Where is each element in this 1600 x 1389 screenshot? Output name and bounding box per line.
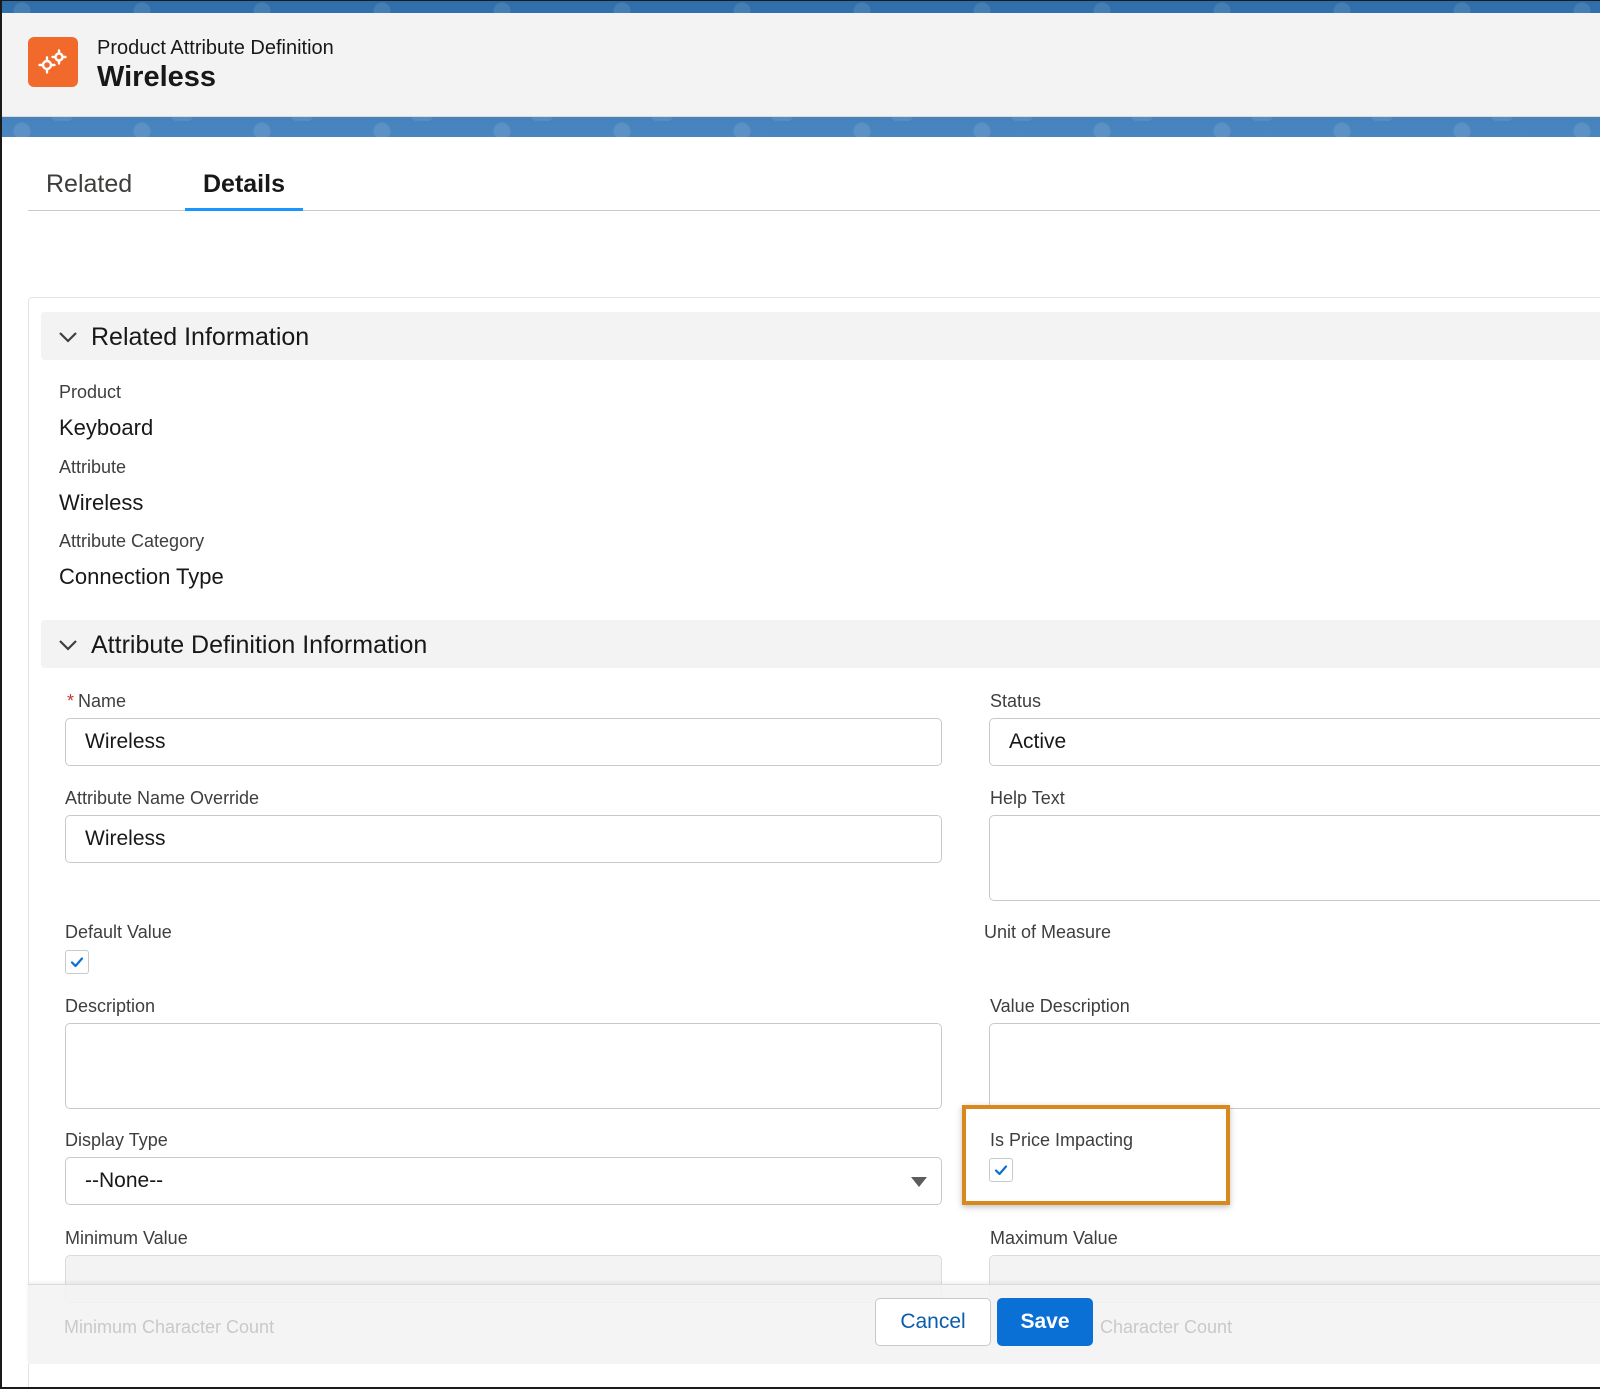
default-value-label: Default Value <box>65 922 172 942</box>
display-type-select[interactable]: --None-- <box>65 1157 942 1205</box>
value-description-label: Value Description <box>990 996 1130 1016</box>
help-text-textarea[interactable] <box>989 815 1600 901</box>
checkmark-icon <box>70 957 84 968</box>
required-marker: * <box>67 691 75 711</box>
tab-details[interactable]: Details <box>203 171 285 211</box>
attribute-name-override-input[interactable]: Wireless <box>65 815 942 863</box>
status-label: Status <box>990 691 1042 711</box>
record-page: Product Attribute Definition Wireless Re… <box>0 0 1600 1389</box>
unit-of-measure-label: Unit of Measure <box>984 922 1112 942</box>
product-value: Keyboard <box>59 415 154 440</box>
value-description-textarea[interactable] <box>989 1023 1600 1109</box>
default-value-checkbox[interactable] <box>65 950 89 974</box>
attribute-label: Attribute <box>59 457 127 477</box>
details-card: Related Details Related Information Prod… <box>2 137 1600 1387</box>
minimum-value-label: Minimum Value <box>65 1228 188 1248</box>
name-input[interactable]: Wireless <box>65 718 942 766</box>
tab-bar: Related Details <box>28 171 1600 211</box>
product-label: Product <box>59 382 122 402</box>
caret-down-icon <box>911 1177 927 1187</box>
record-header: Product Attribute Definition Wireless <box>2 13 1600 117</box>
tab-related[interactable]: Related <box>46 171 132 211</box>
active-tab-indicator <box>185 208 303 211</box>
minimum-character-count-label: Minimum Character Count <box>64 1317 275 1337</box>
chevron-down-icon <box>59 332 77 343</box>
object-type-label: Product Attribute Definition <box>97 37 334 59</box>
maximum-character-count-label: Character Count <box>1100 1317 1233 1337</box>
display-type-label: Display Type <box>65 1130 168 1150</box>
name-label: * Name <box>67 691 127 711</box>
edit-footer: Minimum Character Count Character Count … <box>28 1284 1600 1364</box>
display-type-selected-value: --None-- <box>85 1169 164 1192</box>
attribute-category-label: Attribute Category <box>59 531 205 551</box>
section-attribute-definition[interactable]: Attribute Definition Information <box>41 620 1600 668</box>
attribute-category-value: Connection Type <box>59 564 224 589</box>
description-label: Description <box>65 996 156 1016</box>
details-panel: Related Information Product Keyboard Att… <box>28 297 1600 1387</box>
maximum-value-label: Maximum Value <box>990 1228 1118 1248</box>
section-related-information[interactable]: Related Information <box>41 312 1600 360</box>
attribute-name-override-label: Attribute Name Override <box>65 788 260 808</box>
save-button[interactable]: Save <box>997 1298 1093 1346</box>
section-title: Related Information <box>91 323 310 351</box>
chevron-down-icon <box>59 640 77 651</box>
section-title: Attribute Definition Information <box>91 631 428 659</box>
highlight-box <box>962 1105 1230 1205</box>
description-textarea[interactable] <box>65 1023 942 1109</box>
gears-icon <box>28 37 78 87</box>
status-input[interactable]: Active <box>989 718 1600 766</box>
cancel-button[interactable]: Cancel <box>875 1298 991 1346</box>
record-title: Wireless <box>97 61 217 93</box>
help-text-label: Help Text <box>990 788 1065 808</box>
attribute-value: Wireless <box>59 490 144 515</box>
